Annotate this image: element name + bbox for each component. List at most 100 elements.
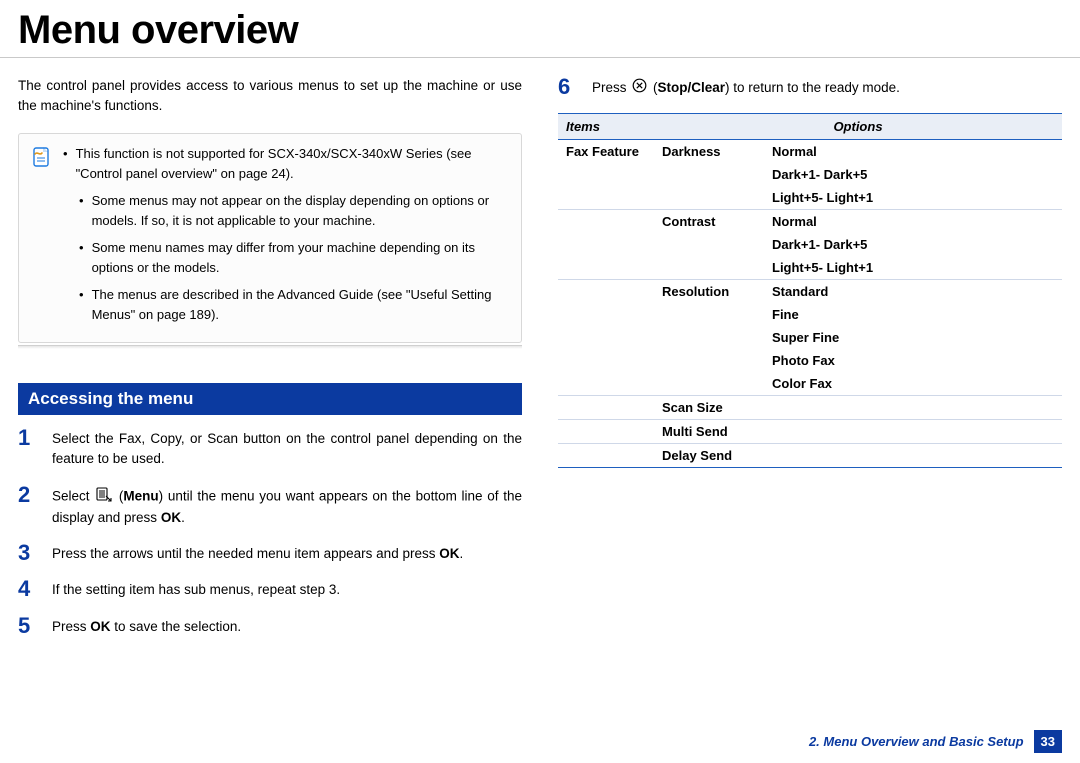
step-row: 1 Select the Fax, Copy, or Scan button on…	[18, 427, 522, 470]
bullet-icon: •	[79, 191, 84, 230]
table-cell-item	[558, 233, 654, 256]
note-item: •Some menu names may differ from your ma…	[63, 238, 507, 277]
options-table: Items Options Fax FeatureDarknessNormalD…	[558, 113, 1062, 468]
table-cell-subitem: Darkness	[654, 140, 764, 164]
note-list: •This function is not supported for SCX-…	[63, 144, 507, 332]
table-cell-item	[558, 186, 654, 210]
table-row: ContrastNormal	[558, 210, 1062, 234]
table-cell-subitem	[654, 163, 764, 186]
table-row: Fax FeatureDarknessNormal	[558, 140, 1062, 164]
step-number: 2	[18, 484, 38, 529]
note-item: •Some menus may not appear on the displa…	[63, 191, 507, 230]
note-text: Some menu names may differ from your mac…	[92, 238, 507, 277]
table-row: Light+5- Light+1	[558, 186, 1062, 210]
table-row: Photo Fax	[558, 349, 1062, 372]
table-cell-option: Dark+1- Dark+5	[764, 163, 1062, 186]
table-cell-option: Fine	[764, 303, 1062, 326]
table-cell-subitem	[654, 256, 764, 280]
table-cell-option	[764, 444, 1062, 468]
table-row: Light+5- Light+1	[558, 256, 1062, 280]
table-row: Scan Size	[558, 396, 1062, 420]
section-heading: Accessing the menu	[18, 383, 522, 415]
menu-icon	[96, 486, 112, 508]
table-cell-item	[558, 349, 654, 372]
table-cell-item	[558, 420, 654, 444]
table-row: Super Fine	[558, 326, 1062, 349]
note-icon	[31, 146, 51, 170]
table-cell-option: Color Fax	[764, 372, 1062, 396]
step-text: If the setting item has sub menus, repea…	[52, 578, 340, 600]
table-cell-item	[558, 396, 654, 420]
note-item: •This function is not supported for SCX-…	[63, 144, 507, 183]
table-header-options: Options	[654, 114, 1062, 140]
step-text: Select (Menu) until the menu you want ap…	[52, 484, 522, 529]
table-cell-subitem	[654, 326, 764, 349]
table-cell-subitem: Multi Send	[654, 420, 764, 444]
note-item: •The menus are described in the Advanced…	[63, 285, 507, 324]
footer-page-number: 33	[1034, 730, 1062, 753]
step-number: 6	[558, 76, 578, 99]
table-cell-option: Photo Fax	[764, 349, 1062, 372]
table-cell-subitem	[654, 349, 764, 372]
table-row: Multi Send	[558, 420, 1062, 444]
right-column: 6 Press (Stop/Clear) to return to the rea…	[558, 76, 1062, 651]
table-cell-subitem: Scan Size	[654, 396, 764, 420]
table-cell-subitem	[654, 233, 764, 256]
content-columns: The control panel provides access to var…	[0, 76, 1080, 651]
table-cell-subitem	[654, 186, 764, 210]
stop-clear-icon	[632, 78, 647, 99]
step-number: 3	[18, 542, 38, 564]
table-cell-item	[558, 444, 654, 468]
table-header-items: Items	[558, 114, 654, 140]
step-text: Press the arrows until the needed menu i…	[52, 542, 463, 564]
note-box: •This function is not supported for SCX-…	[18, 133, 522, 343]
footer-chapter: 2. Menu Overview and Basic Setup	[809, 734, 1024, 749]
note-divider	[18, 345, 522, 349]
table-cell-subitem: Delay Send	[654, 444, 764, 468]
bullet-icon: •	[63, 144, 68, 183]
table-cell-subitem	[654, 372, 764, 396]
table-cell-item	[558, 163, 654, 186]
step-row: 4 If the setting item has sub menus, repe…	[18, 578, 522, 600]
note-text: Some menus may not appear on the display…	[92, 191, 507, 230]
table-cell-item	[558, 326, 654, 349]
intro-text: The control panel provides access to var…	[18, 76, 522, 115]
step-text: Press (Stop/Clear) to return to the read…	[592, 76, 900, 99]
table-cell-option	[764, 396, 1062, 420]
table-cell-option: Super Fine	[764, 326, 1062, 349]
table-cell-subitem	[654, 303, 764, 326]
table-cell-item	[558, 372, 654, 396]
step-number: 5	[18, 615, 38, 637]
table-cell-option: Standard	[764, 280, 1062, 304]
page-footer: 2. Menu Overview and Basic Setup 33	[809, 730, 1062, 753]
bullet-icon: •	[79, 285, 84, 324]
table-row: ResolutionStandard	[558, 280, 1062, 304]
note-text: The menus are described in the Advanced …	[92, 285, 507, 324]
table-row: Fine	[558, 303, 1062, 326]
table-cell-option	[764, 420, 1062, 444]
table-row: Dark+1- Dark+5	[558, 233, 1062, 256]
steps-right: 6 Press (Stop/Clear) to return to the rea…	[558, 76, 1062, 99]
step-number: 1	[18, 427, 38, 470]
left-column: The control panel provides access to var…	[18, 76, 522, 651]
table-cell-subitem: Resolution	[654, 280, 764, 304]
table-cell-option: Normal	[764, 140, 1062, 164]
table-cell-item	[558, 210, 654, 234]
table-cell-option: Light+5- Light+1	[764, 256, 1062, 280]
step-row: 5 Press OK to save the selection.	[18, 615, 522, 637]
step-row: 2 Select (Menu) until the menu you want a…	[18, 484, 522, 529]
steps-left: 1 Select the Fax, Copy, or Scan button on…	[18, 427, 522, 637]
step-number: 4	[18, 578, 38, 600]
table-cell-item	[558, 280, 654, 304]
step-row: 6 Press (Stop/Clear) to return to the rea…	[558, 76, 1062, 99]
table-cell-item	[558, 303, 654, 326]
table-row: Delay Send	[558, 444, 1062, 468]
page-title: Menu overview	[0, 0, 1080, 58]
step-text: Select the Fax, Copy, or Scan button on …	[52, 427, 522, 470]
table-cell-item: Fax Feature	[558, 140, 654, 164]
table-cell-subitem: Contrast	[654, 210, 764, 234]
table-cell-option: Normal	[764, 210, 1062, 234]
step-text: Press OK to save the selection.	[52, 615, 241, 637]
table-cell-item	[558, 256, 654, 280]
bullet-icon: •	[79, 238, 84, 277]
